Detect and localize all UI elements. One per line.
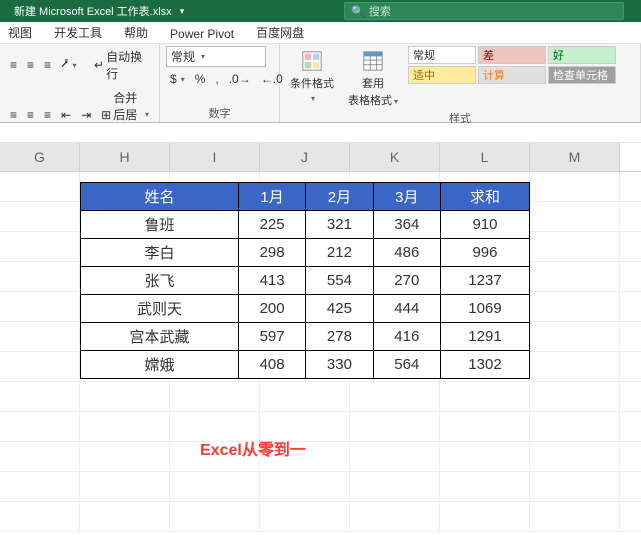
conditional-format-button[interactable]: 条件格式 — [286, 46, 338, 106]
filename-chevron-icon[interactable]: ▾ — [180, 6, 185, 17]
col-header-J[interactable]: J — [260, 143, 350, 171]
spreadsheet-area[interactable]: G H I J K L M 姓名 1月 2月 3月 求和 鲁班225321364… — [0, 123, 641, 535]
col-header-G[interactable]: G — [0, 143, 80, 171]
wrap-text-button[interactable]: ↵ 自动换行 — [90, 46, 153, 84]
align-right-button[interactable]: ≡ — [40, 106, 55, 124]
th-name[interactable]: 姓名 — [81, 183, 239, 211]
indent-increase-button[interactable]: ⇥ — [77, 106, 95, 124]
table-row[interactable]: 张飞4135542701237 — [81, 267, 530, 295]
indent-decrease-button[interactable]: ⇤ — [57, 106, 75, 124]
tab-developer[interactable]: 开发工具 — [50, 22, 106, 43]
title-bar: 新建 Microsoft Excel 工作表.xlsx ▾ 🔍 搜索 — [0, 0, 641, 22]
format-as-table-button[interactable]: 套用 表格格式 — [344, 46, 402, 110]
align-bottom-button[interactable]: ≡ — [40, 56, 55, 74]
orientation-button[interactable]: ⭷ — [57, 53, 80, 78]
watermark-text: Excel从零到一 — [200, 436, 306, 460]
search-placeholder: 搜索 — [369, 3, 391, 19]
column-headers: G H I J K L M — [0, 143, 641, 172]
style-cell-check[interactable]: 检查单元格 — [548, 66, 616, 84]
percent-button[interactable]: % — [191, 70, 210, 88]
tab-view[interactable]: 视图 — [4, 22, 36, 43]
ribbon: ≡ ≡ ≡ ⭷ ↵ 自动换行 ≡ ≡ ≡ ⇤ ⇥ ⊞ 合并后居中 对齐方式 常规 — [0, 44, 641, 123]
col-header-M[interactable]: M — [530, 143, 620, 171]
grid-area[interactable]: 姓名 1月 2月 3月 求和 鲁班225321364910 李白29821248… — [0, 172, 641, 532]
search-icon: 🔍 — [351, 5, 365, 18]
style-cell-neutral[interactable]: 适中 — [408, 66, 476, 84]
tab-help[interactable]: 帮助 — [120, 22, 152, 43]
file-name[interactable]: 新建 Microsoft Excel 工作表.xlsx — [8, 1, 178, 21]
group-label-number: 数字 — [166, 105, 273, 122]
align-left-button[interactable]: ≡ — [6, 106, 21, 124]
formula-bar-spacer — [0, 123, 641, 143]
table-row[interactable]: 鲁班225321364910 — [81, 211, 530, 239]
style-cell-good[interactable]: 好 — [548, 46, 616, 64]
comma-button[interactable]: , — [211, 70, 222, 88]
col-header-K[interactable]: K — [350, 143, 440, 171]
conditional-format-icon — [299, 48, 325, 74]
table-row[interactable]: 宫本武藏5972784161291 — [81, 323, 530, 351]
data-table[interactable]: 姓名 1月 2月 3月 求和 鲁班225321364910 李白29821248… — [80, 182, 530, 379]
format-as-table-icon — [360, 48, 386, 74]
increase-decimal-button[interactable]: .0→ — [225, 70, 255, 88]
tab-powerpivot[interactable]: Power Pivot — [166, 25, 238, 43]
number-format-dropdown[interactable]: 常规 — [166, 46, 266, 67]
th-m3[interactable]: 3月 — [373, 183, 440, 211]
cell-style-gallery: 常规 差 好 适中 计算 检查单元格 — [408, 46, 616, 84]
col-header-L[interactable]: L — [440, 143, 530, 171]
ribbon-group-alignment: ≡ ≡ ≡ ⭷ ↵ 自动换行 ≡ ≡ ≡ ⇤ ⇥ ⊞ 合并后居中 对齐方式 — [0, 44, 160, 122]
th-m1[interactable]: 1月 — [238, 183, 305, 211]
currency-button[interactable]: $ — [166, 70, 189, 88]
ribbon-group-styles: 条件格式 套用 表格格式 常规 差 好 适中 计算 检查单元格 样式 — [280, 44, 641, 122]
style-cell-calc[interactable]: 计算 — [478, 66, 546, 84]
table-row[interactable]: 武则天2004254441069 — [81, 295, 530, 323]
align-top-button[interactable]: ≡ — [6, 56, 21, 74]
ribbon-tabs: 视图 开发工具 帮助 Power Pivot 百度网盘 — [0, 22, 641, 44]
th-sum[interactable]: 求和 — [440, 183, 529, 211]
col-header-I[interactable]: I — [170, 143, 260, 171]
style-cell-bad[interactable]: 差 — [478, 46, 546, 64]
table-row[interactable]: 李白298212486996 — [81, 239, 530, 267]
style-cell-normal[interactable]: 常规 — [408, 46, 476, 64]
col-header-H[interactable]: H — [80, 143, 170, 171]
table-row[interactable]: 嫦娥4083305641302 — [81, 351, 530, 379]
align-center-button[interactable]: ≡ — [23, 106, 38, 124]
tab-baidu[interactable]: 百度网盘 — [252, 22, 308, 43]
th-m2[interactable]: 2月 — [306, 183, 373, 211]
ribbon-group-number: 常规 $ % , .0→ ←.0 数字 — [160, 44, 280, 122]
align-middle-button[interactable]: ≡ — [23, 56, 38, 74]
search-box[interactable]: 🔍 搜索 — [344, 2, 624, 20]
